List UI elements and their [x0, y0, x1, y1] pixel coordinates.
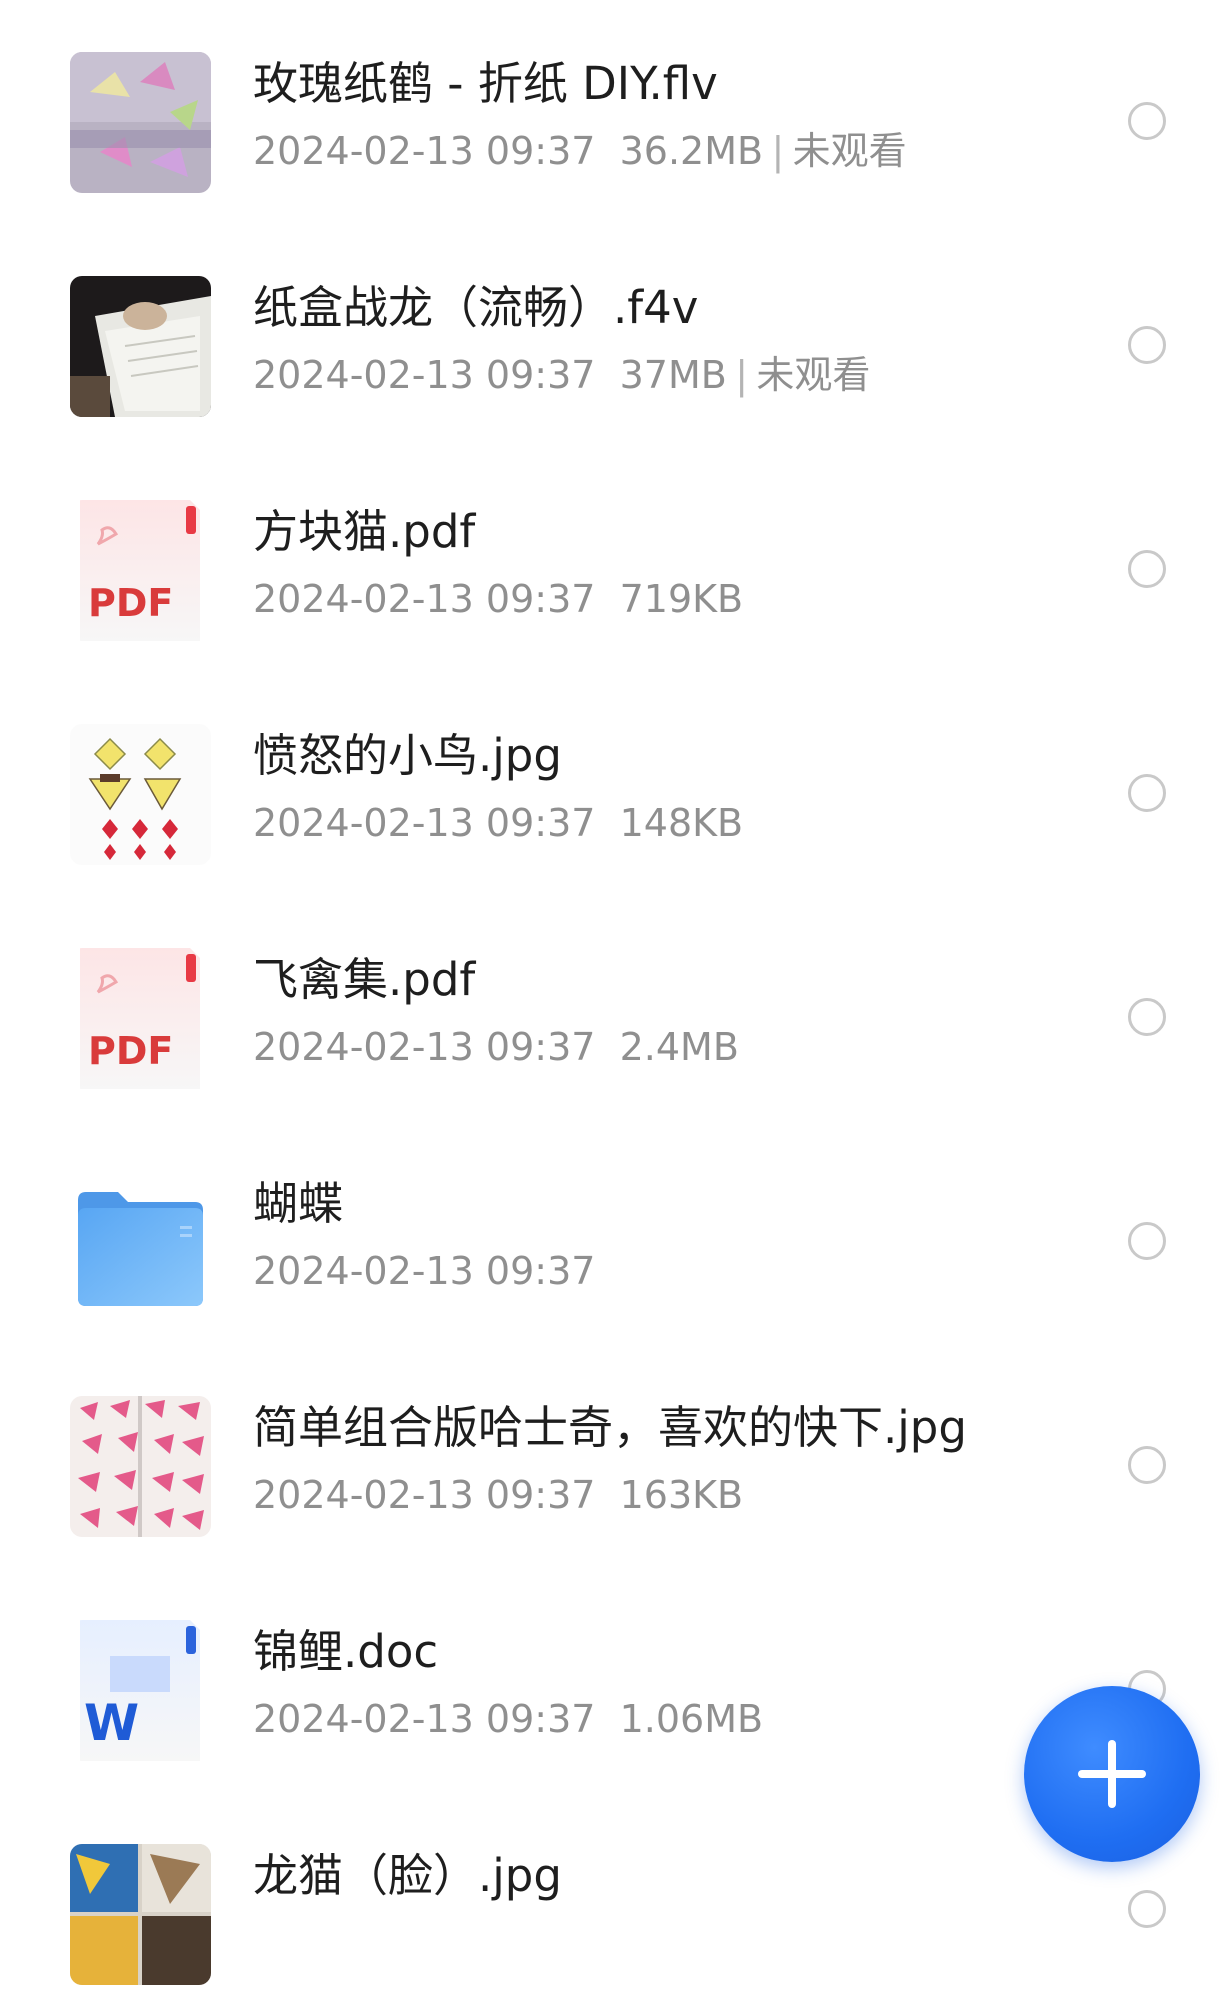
- list-item[interactable]: 纸盒战龙（流畅）.f4v 2024-02-13 09:37 37MB | 未观看: [0, 224, 1228, 448]
- pdf-badge: PDF: [88, 1029, 173, 1073]
- folder-name: 蝴蝶: [253, 1177, 344, 1230]
- watch-status: 未观看: [756, 353, 871, 397]
- file-name: 愤怒的小鸟.jpg: [253, 729, 562, 782]
- select-radio[interactable]: [1128, 774, 1166, 812]
- plus-icon: [1108, 1740, 1116, 1808]
- file-date: 2024-02-13 09:37: [253, 1697, 596, 1741]
- pdf-file-icon: PDF: [70, 948, 211, 1089]
- file-meta: 2024-02-13 09:37 2.4MB: [253, 1019, 739, 1075]
- image-thumbnail-icon: [70, 1844, 211, 1985]
- select-radio[interactable]: [1128, 102, 1166, 140]
- file-meta: 2024-02-13 09:37 37MB | 未观看: [253, 347, 870, 403]
- watch-status: 未观看: [792, 129, 907, 173]
- file-size: 1.06MB: [619, 1697, 764, 1741]
- list-item[interactable]: 愤怒的小鸟.jpg 2024-02-13 09:37 148KB: [0, 672, 1228, 896]
- file-name: 纸盒战龙（流畅）.f4v: [253, 281, 699, 334]
- pdf-badge: PDF: [88, 581, 173, 625]
- word-badge: W: [84, 1694, 139, 1752]
- list-item[interactable]: 蝴蝶 2024-02-13 09:37: [0, 1120, 1228, 1344]
- select-radio[interactable]: [1128, 326, 1166, 364]
- select-radio[interactable]: [1128, 998, 1166, 1036]
- file-size: 719KB: [619, 577, 744, 621]
- file-meta: 2024-02-13 09:37: [253, 1243, 595, 1299]
- add-button[interactable]: [1024, 1686, 1200, 1862]
- file-name: 方块猫.pdf: [253, 505, 476, 558]
- file-date: 2024-02-13 09:37: [253, 1473, 596, 1517]
- file-name: 龙猫（脸）.jpg: [253, 1849, 562, 1902]
- file-meta: 2024-02-13 09:37 163KB: [253, 1467, 743, 1523]
- pdf-file-icon: PDF: [70, 500, 211, 641]
- file-name: 飞禽集.pdf: [253, 953, 476, 1006]
- file-name: 简单组合版哈士奇，喜欢的快下.jpg: [253, 1401, 967, 1454]
- word-file-icon: W: [70, 1620, 211, 1761]
- file-date: 2024-02-13 09:37: [253, 577, 596, 621]
- file-name: 玫瑰纸鹤 - 折纸 DIY.flv: [253, 57, 718, 110]
- file-size: 148KB: [619, 801, 744, 845]
- list-item[interactable]: PDF 方块猫.pdf 2024-02-13 09:37 719KB: [0, 448, 1228, 672]
- select-radio[interactable]: [1128, 550, 1166, 588]
- folder-icon: [70, 1172, 211, 1313]
- divider: |: [771, 129, 785, 173]
- file-meta: 2024-02-13 09:37 719KB: [253, 571, 743, 627]
- file-name: 锦鲤.doc: [253, 1625, 439, 1678]
- list-item[interactable]: PDF 飞禽集.pdf 2024-02-13 09:37 2.4MB: [0, 896, 1228, 1120]
- image-thumbnail-icon: [70, 1396, 211, 1537]
- file-size: 37MB: [619, 353, 727, 397]
- file-size: 2.4MB: [619, 1025, 739, 1069]
- list-item[interactable]: 简单组合版哈士奇，喜欢的快下.jpg 2024-02-13 09:37 163K…: [0, 1344, 1228, 1568]
- video-thumbnail-icon: [70, 52, 211, 193]
- file-date: 2024-02-13 09:37: [253, 1025, 596, 1069]
- list-item[interactable]: 玫瑰纸鹤 - 折纸 DIY.flv 2024-02-13 09:37 36.2M…: [0, 0, 1228, 224]
- file-size: 36.2MB: [619, 129, 764, 173]
- select-radio[interactable]: [1128, 1890, 1166, 1928]
- file-date: 2024-02-13 09:37: [253, 801, 596, 845]
- file-date: 2024-02-13 09:37: [253, 353, 596, 397]
- select-radio[interactable]: [1128, 1446, 1166, 1484]
- video-thumbnail-icon: [70, 276, 211, 417]
- file-meta: 2024-02-13 09:37 36.2MB | 未观看: [253, 123, 907, 179]
- file-meta: 2024-02-13 09:37 1.06MB: [253, 1691, 763, 1747]
- file-date: 2024-02-13 09:37: [253, 129, 596, 173]
- divider: |: [735, 353, 748, 397]
- file-date: 2024-02-13 09:37: [253, 1249, 596, 1293]
- image-thumbnail-icon: [70, 724, 211, 865]
- file-meta: 2024-02-13 09:37 148KB: [253, 795, 743, 851]
- select-radio[interactable]: [1128, 1222, 1166, 1260]
- file-size: 163KB: [619, 1473, 744, 1517]
- file-list: 玫瑰纸鹤 - 折纸 DIY.flv 2024-02-13 09:37 36.2M…: [0, 0, 1228, 1985]
